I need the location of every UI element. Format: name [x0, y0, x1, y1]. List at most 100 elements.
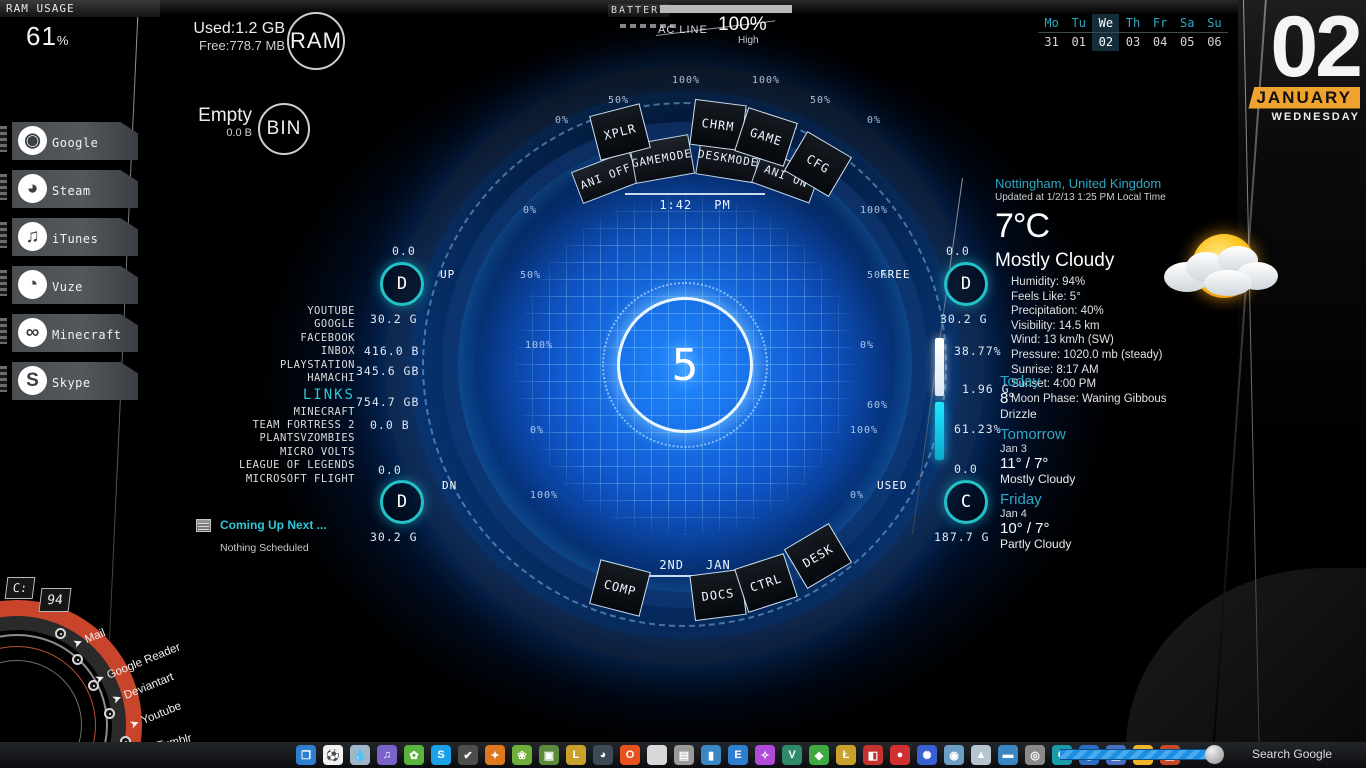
quick-link[interactable]: FACEBOOK: [230, 332, 355, 345]
game-link[interactable]: LEAGUE OF LEGENDS: [230, 459, 355, 472]
steam-icon[interactable]: ◕: [593, 745, 613, 765]
forecast-entry: Friday Jan 4 10° / 7° Partly Cloudy: [1000, 491, 1200, 551]
hud-used-cap: USED: [877, 479, 908, 492]
itunes-icon[interactable]: ♫: [377, 745, 397, 765]
green-shield-icon[interactable]: ◆: [809, 745, 829, 765]
memory-bar-white: [935, 338, 944, 396]
launcher-item-minecraft[interactable]: ∞ Minecraft: [0, 312, 150, 360]
game-link[interactable]: MINECRAFT: [230, 406, 355, 419]
disk-free-percent: 61.23%: [954, 422, 1002, 436]
left-top-rate: 0.0: [392, 244, 416, 258]
disk-gauges-right: 0.0 D 30.2 G 38.77% 1.96 G 61.23% 0.0 C …: [934, 240, 1020, 544]
skype-icon[interactable]: S: [431, 745, 451, 765]
quick-link[interactable]: INBOX: [230, 345, 355, 358]
steam-icon: ◕: [18, 174, 47, 203]
launcher-grip[interactable]: [0, 270, 7, 296]
social-link-dot[interactable]: [88, 680, 99, 691]
calendar-day[interactable]: 05: [1174, 33, 1201, 52]
hud-clock: 1:42 PM: [625, 193, 765, 215]
calendar-day[interactable]: 06: [1201, 33, 1228, 52]
launcher-grip[interactable]: [0, 222, 7, 248]
launcher-item-vuze[interactable]: ◔ Vuze: [0, 264, 150, 312]
tv-icon[interactable]: ▤: [674, 745, 694, 765]
launcher-grip[interactable]: [0, 126, 7, 152]
social-link-dot[interactable]: [55, 628, 66, 639]
quick-link[interactable]: PLAYSTATION: [230, 359, 355, 372]
hud-dn-cap: DN: [442, 479, 458, 492]
calendar-strip[interactable]: Mo Tu We Th Fr Sa Su 31 01 02 03 04 05 06: [1038, 14, 1228, 56]
hud-percent-label: 0%: [523, 205, 538, 216]
calendar-day[interactable]: 04: [1147, 33, 1174, 52]
preview-icon[interactable]: ▲: [971, 745, 991, 765]
folder2-icon[interactable]: ▬: [998, 745, 1018, 765]
bin-ring-button[interactable]: BIN: [258, 103, 310, 155]
checkmark-icon[interactable]: ✔: [458, 745, 478, 765]
league-icon[interactable]: L: [566, 745, 586, 765]
es-icon[interactable]: E: [728, 745, 748, 765]
hud-percent-label: 0%: [850, 490, 865, 501]
forecast-condition: Mostly Cloudy: [1000, 472, 1076, 486]
launcher-item-itunes[interactable]: ♫ iTunes: [0, 216, 150, 264]
hud-percent-label: 0%: [555, 115, 570, 126]
launcher-item-label: Minecraft: [52, 328, 122, 342]
plants-icon[interactable]: ❀: [512, 745, 532, 765]
origin-icon[interactable]: O: [620, 745, 640, 765]
app-launcher-sidebar: ◉ Google ◕ Steam ♫ iTunes ◔ Vuze ∞ Minecraft S Skyp…: [0, 120, 150, 408]
sun-behind-cloud-icon: [1160, 228, 1280, 308]
taskbar-scrollbar-knob[interactable]: [1205, 745, 1224, 764]
windows-explorer-icon[interactable]: ❐: [296, 745, 316, 765]
launcher-item-google[interactable]: ◉ Google: [0, 120, 150, 168]
game-link[interactable]: MICRO VOLTS: [230, 446, 355, 459]
ram-ring-button[interactable]: RAM: [287, 12, 345, 70]
right-bottom-drive-gauge[interactable]: C: [944, 480, 988, 524]
weather-detail-line: Visibility: 14.5 km: [1011, 319, 1100, 332]
taskbar-scrollbar[interactable]: [1060, 749, 1212, 760]
hud-up-cap: UP: [440, 268, 456, 281]
game-link[interactable]: PLANTSVZOMBIES: [230, 432, 355, 445]
safari-icon[interactable]: ◉: [944, 745, 964, 765]
soccer-ball-icon[interactable]: ⚽: [323, 745, 343, 765]
apple-icon[interactable]: [647, 745, 667, 765]
weather-location[interactable]: Nottingham, United Kingdom: [995, 176, 1255, 191]
calendar-day[interactable]: 01: [1065, 33, 1092, 52]
vuze-icon: ◔: [18, 270, 47, 299]
launcher-grip[interactable]: [0, 366, 7, 392]
launcher-item-steam[interactable]: ◕ Steam: [0, 168, 150, 216]
paint-icon[interactable]: ◧: [863, 745, 883, 765]
launcher-grip[interactable]: [0, 318, 7, 344]
right-top-drive-gauge[interactable]: D: [944, 262, 988, 306]
minecraft-icon[interactable]: ▣: [539, 745, 559, 765]
social-link-dot[interactable]: [72, 654, 83, 665]
vuze-icon[interactable]: ✦: [485, 745, 505, 765]
art-icon[interactable]: ✧: [755, 745, 775, 765]
disc-icon[interactable]: ◎: [1025, 745, 1045, 765]
launcher-grip[interactable]: [0, 174, 7, 200]
quick-link[interactable]: YOUTUBE: [230, 305, 355, 318]
deviantart-icon[interactable]: V: [782, 745, 802, 765]
net-down-value: 0.0 B: [370, 418, 410, 432]
calendar-day[interactable]: 02: [1092, 32, 1120, 51]
calendar-day-row: 31 01 02 03 04 05 06: [1038, 32, 1228, 52]
left-top-drive-gauge[interactable]: D: [380, 262, 424, 306]
calendar-day[interactable]: 31: [1038, 33, 1065, 52]
explorer-blue-icon[interactable]: ✺: [917, 745, 937, 765]
left-bottom-drive-gauge[interactable]: D: [380, 480, 424, 524]
game-link[interactable]: TEAM FORTRESS 2: [230, 419, 355, 432]
search-google-box[interactable]: Search Google: [1248, 747, 1358, 764]
quick-link[interactable]: GOOGLE: [230, 318, 355, 331]
game-link[interactable]: MICROSOFT FLIGHT: [230, 473, 355, 486]
calendar-weekday: Tu: [1065, 14, 1093, 33]
launcher-item-skype[interactable]: S Skype: [0, 360, 150, 408]
forecast-temp: 11° / 7°: [1000, 455, 1049, 472]
social-link-dot[interactable]: [104, 708, 115, 719]
recycle-bin-widget: Empty 0.0 B BIN: [150, 103, 310, 155]
big-date-weekday: WEDNESDAY: [1271, 110, 1360, 123]
folder-icon[interactable]: ▮: [701, 745, 721, 765]
quick-link[interactable]: HAMACHI: [230, 372, 355, 385]
lol-icon[interactable]: Ł: [836, 745, 856, 765]
hud-percent-label: 50%: [810, 95, 832, 106]
water-drop-icon[interactable]: 💧: [350, 745, 370, 765]
record-icon[interactable]: ●: [890, 745, 910, 765]
msn-icon[interactable]: ✿: [404, 745, 424, 765]
calendar-day[interactable]: 03: [1119, 33, 1146, 52]
